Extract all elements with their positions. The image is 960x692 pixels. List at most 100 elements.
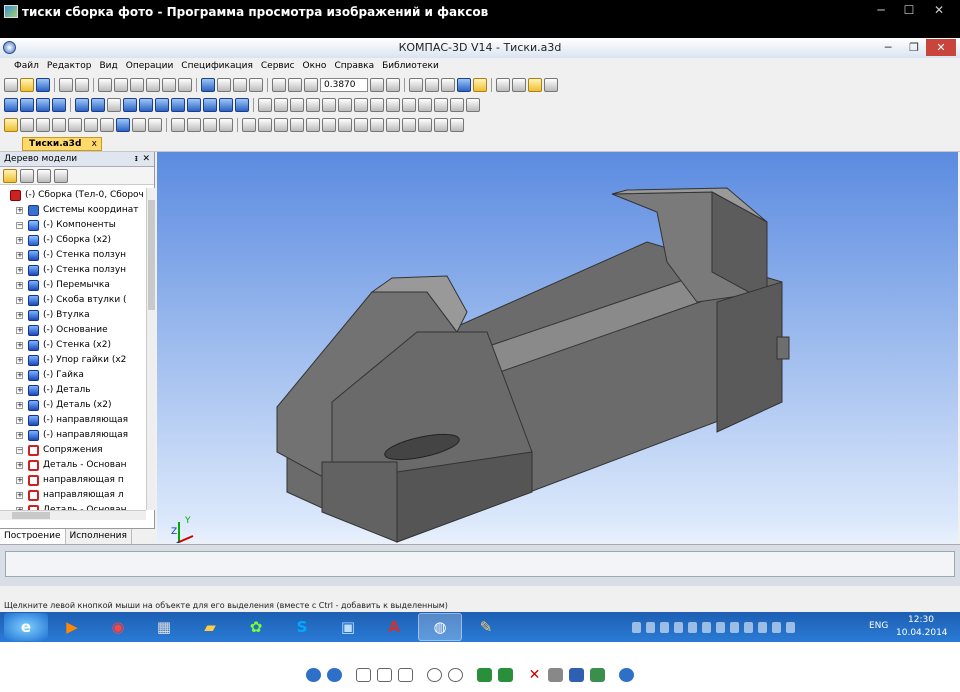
extrude-icon[interactable]: [20, 118, 34, 132]
photo-viewer-icon[interactable]: ▣: [326, 613, 370, 641]
rib-icon[interactable]: [132, 118, 146, 132]
expand-icon[interactable]: +: [16, 417, 23, 424]
shaded-icon[interactable]: [457, 78, 471, 92]
kompas-icon[interactable]: ◍: [418, 613, 462, 641]
media-player-icon[interactable]: ▶: [50, 613, 94, 641]
tree-item[interactable]: + (-) Стенка (x2): [0, 338, 146, 353]
leader-icon[interactable]: [290, 98, 304, 112]
shell-icon[interactable]: [148, 118, 162, 132]
cut-icon[interactable]: [98, 78, 112, 92]
tray-app-icon[interactable]: [730, 621, 739, 633]
expand-icon[interactable]: +: [16, 237, 23, 244]
perpendicular-icon[interactable]: [171, 98, 185, 112]
trim-icon[interactable]: [354, 118, 368, 132]
rotate-counterclockwise-icon[interactable]: [498, 668, 513, 682]
save-icon[interactable]: [36, 78, 50, 92]
app-restore-button[interactable]: ❐: [902, 39, 926, 56]
slideshow-icon[interactable]: [398, 668, 413, 682]
skype-icon[interactable]: S: [280, 613, 324, 641]
add-component-icon[interactable]: [4, 98, 18, 112]
undo-icon[interactable]: [162, 78, 176, 92]
roughness-icon[interactable]: [306, 98, 320, 112]
ie-icon[interactable]: e: [4, 613, 48, 641]
fillet-icon[interactable]: [84, 118, 98, 132]
explorer-icon[interactable]: ▰: [188, 613, 232, 641]
thin-lines-icon[interactable]: [441, 78, 455, 92]
tree-item[interactable]: − (-) Компоненты: [0, 218, 146, 233]
wireframe-icon[interactable]: [409, 78, 423, 92]
scroll-thumb[interactable]: [148, 200, 155, 310]
tree-structure-icon[interactable]: [20, 168, 34, 183]
menu-edit[interactable]: Редактор: [43, 61, 96, 71]
spline-icon[interactable]: [322, 118, 336, 132]
tree-item[interactable]: + (-) Упор гайки (x2: [0, 353, 146, 368]
centerline-icon[interactable]: [370, 98, 384, 112]
help-pointer-icon[interactable]: [249, 78, 263, 92]
tree-vertical-scrollbar[interactable]: [146, 188, 155, 510]
calculator-icon[interactable]: ▦: [142, 613, 186, 641]
zoom-scale-icon[interactable]: [304, 78, 318, 92]
shaded-edges-icon[interactable]: [473, 78, 487, 92]
menu-file[interactable]: Файл: [10, 61, 43, 71]
add-standard-icon[interactable]: [20, 98, 34, 112]
preview-icon[interactable]: [75, 78, 89, 92]
tree-filter-icon[interactable]: [54, 168, 68, 183]
open-file-icon[interactable]: [20, 78, 34, 92]
new-file-icon[interactable]: [4, 78, 18, 92]
library-icon[interactable]: [217, 78, 231, 92]
tree-list-icon[interactable]: [37, 168, 51, 183]
zoom-window-icon[interactable]: [272, 78, 286, 92]
mirror-body-icon[interactable]: [219, 118, 233, 132]
rotate-clockwise-icon[interactable]: [477, 668, 492, 682]
chamfer-icon[interactable]: [100, 118, 114, 132]
tray-app-icon[interactable]: [674, 621, 683, 633]
expand-icon[interactable]: +: [16, 267, 23, 274]
zoom-in-icon[interactable]: [288, 78, 302, 92]
measure-icon[interactable]: [418, 98, 432, 112]
tray-arrow-icon[interactable]: [632, 621, 641, 633]
paste-icon[interactable]: [130, 78, 144, 92]
plane-icon[interactable]: [402, 98, 416, 112]
filter-icon[interactable]: [496, 78, 510, 92]
orientation-icon[interactable]: [386, 78, 400, 92]
expand-icon[interactable]: +: [16, 432, 23, 439]
tray-app-icon[interactable]: [716, 621, 725, 633]
save-icon[interactable]: [569, 668, 584, 682]
expand-icon[interactable]: +: [16, 282, 23, 289]
access-icon[interactable]: A: [372, 613, 416, 641]
create-assembly-icon[interactable]: [52, 98, 66, 112]
next-image-icon[interactable]: [327, 668, 342, 682]
delete-icon[interactable]: ✕: [527, 668, 542, 682]
actual-size-icon[interactable]: [377, 668, 392, 682]
tree-mode-icon[interactable]: [3, 168, 17, 183]
paint-icon[interactable]: ✎: [464, 613, 508, 641]
contour-icon[interactable]: [402, 118, 416, 132]
loft-icon[interactable]: [68, 118, 82, 132]
tree-horizontal-scrollbar[interactable]: [0, 510, 146, 520]
tray-app-icon[interactable]: [660, 621, 669, 633]
create-part-icon[interactable]: [36, 98, 50, 112]
rotate-component-icon[interactable]: [91, 98, 105, 112]
tree-item[interactable]: + (-) направляющая: [0, 428, 146, 443]
print-icon[interactable]: [59, 78, 73, 92]
extend-icon[interactable]: [370, 118, 384, 132]
tab-construction[interactable]: Построение: [0, 529, 66, 544]
format-icon[interactable]: [146, 78, 160, 92]
concentric-icon[interactable]: [203, 98, 217, 112]
collapse-icon[interactable]: −: [16, 447, 23, 454]
properties-icon[interactable]: [544, 78, 558, 92]
redo-icon[interactable]: [178, 78, 192, 92]
hole-icon[interactable]: [116, 118, 130, 132]
curve-pattern-icon[interactable]: [203, 118, 217, 132]
print-icon[interactable]: [548, 668, 563, 682]
axis-line-icon[interactable]: [354, 98, 368, 112]
menu-help[interactable]: Справка: [330, 61, 378, 71]
edit-icon[interactable]: [590, 668, 605, 682]
circular-pattern-icon[interactable]: [187, 118, 201, 132]
datum-icon[interactable]: [322, 98, 336, 112]
sweep-icon[interactable]: [52, 118, 66, 132]
circle-icon[interactable]: [258, 118, 272, 132]
expand-icon[interactable]: +: [16, 462, 23, 469]
menu-libraries[interactable]: Библиотеки: [378, 61, 443, 71]
tree-item[interactable]: + (-) направляющая: [0, 413, 146, 428]
